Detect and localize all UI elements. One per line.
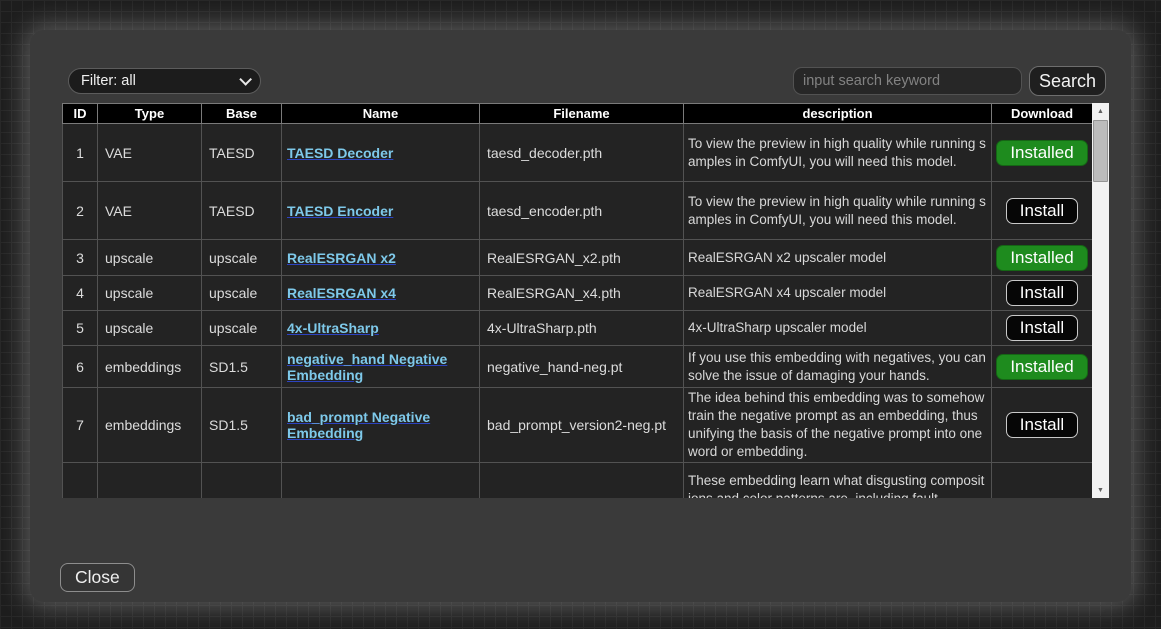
row-id: 2 bbox=[63, 182, 98, 240]
row-filename: taesd_encoder.pth bbox=[480, 182, 684, 240]
header-base: Base bbox=[202, 104, 282, 124]
install-models-dialog: Filter: all Search ID Type Base Name Fil… bbox=[30, 30, 1131, 602]
row-filename: bad_prompt_version2-neg.pt bbox=[480, 388, 684, 463]
row-description: 4x-UltraSharp upscaler model bbox=[684, 311, 992, 346]
scroll-down-icon[interactable]: ▼ bbox=[1092, 482, 1109, 498]
installed-button[interactable]: Installed bbox=[996, 245, 1087, 271]
model-name-link[interactable]: TAESD Decoder bbox=[287, 145, 393, 161]
row-id bbox=[63, 462, 98, 498]
row-filename: RealESRGAN_x4.pth bbox=[480, 276, 684, 311]
header-description: description bbox=[684, 104, 992, 124]
row-description: The idea behind this embedding was to so… bbox=[684, 388, 992, 463]
row-filename: taesd_decoder.pth bbox=[480, 124, 684, 182]
row-id: 7 bbox=[63, 388, 98, 463]
table-row: 4 upscale upscale RealESRGAN x4 RealESRG… bbox=[63, 276, 1093, 311]
row-description: To view the preview in high quality whil… bbox=[684, 124, 992, 182]
models-table: ID Type Base Name Filename description D… bbox=[62, 103, 1092, 498]
search-button[interactable]: Search bbox=[1029, 66, 1106, 96]
row-type: upscale bbox=[98, 240, 202, 276]
row-type: upscale bbox=[98, 311, 202, 346]
header-id: ID bbox=[63, 104, 98, 124]
row-base: TAESD bbox=[202, 124, 282, 182]
model-name-link[interactable]: 4x-UltraSharp bbox=[287, 320, 379, 336]
row-description: To view the preview in high quality whil… bbox=[684, 182, 992, 240]
chevron-down-icon bbox=[239, 73, 252, 86]
row-description: RealESRGAN x4 upscaler model bbox=[684, 276, 992, 311]
row-base: SD1.5 bbox=[202, 346, 282, 388]
close-button[interactable]: Close bbox=[60, 563, 135, 592]
row-description: RealESRGAN x2 upscaler model bbox=[684, 240, 992, 276]
header-name: Name bbox=[282, 104, 480, 124]
header-filename: Filename bbox=[480, 104, 684, 124]
row-type: embeddings bbox=[98, 388, 202, 463]
model-name-link[interactable]: RealESRGAN x4 bbox=[287, 285, 396, 301]
install-button[interactable]: Install bbox=[1006, 412, 1078, 438]
row-base: upscale bbox=[202, 311, 282, 346]
row-base bbox=[202, 462, 282, 498]
model-name-link[interactable]: negative_hand Negative Embedding bbox=[287, 351, 447, 383]
search-input[interactable] bbox=[793, 67, 1022, 95]
install-button[interactable]: Install bbox=[1006, 198, 1078, 224]
model-name-link[interactable]: TAESD Encoder bbox=[287, 203, 393, 219]
table-row: 7 embeddings SD1.5 bad_prompt Negative E… bbox=[63, 388, 1093, 463]
row-base: upscale bbox=[202, 276, 282, 311]
row-id: 4 bbox=[63, 276, 98, 311]
row-type: VAE bbox=[98, 182, 202, 240]
row-id: 1 bbox=[63, 124, 98, 182]
row-description: If you use this embedding with negatives… bbox=[684, 346, 992, 388]
row-type: embeddings bbox=[98, 346, 202, 388]
scroll-up-icon[interactable]: ▲ bbox=[1092, 103, 1109, 119]
model-name-link[interactable]: RealESRGAN x2 bbox=[287, 250, 396, 266]
header-type: Type bbox=[98, 104, 202, 124]
install-button[interactable]: Install bbox=[1006, 315, 1078, 341]
row-base: SD1.5 bbox=[202, 388, 282, 463]
header-download: Download bbox=[992, 104, 1093, 124]
row-filename: negative_hand-neg.pt bbox=[480, 346, 684, 388]
table-scrollbar[interactable]: ▲ ▼ bbox=[1092, 103, 1109, 498]
row-id: 5 bbox=[63, 311, 98, 346]
table-row: 6 embeddings SD1.5 negative_hand Negativ… bbox=[63, 346, 1093, 388]
row-base: upscale bbox=[202, 240, 282, 276]
models-table-viewport: ID Type Base Name Filename description D… bbox=[62, 103, 1092, 498]
table-row: 2 VAE TAESD TAESD Encoder taesd_encoder.… bbox=[63, 182, 1093, 240]
row-filename bbox=[480, 462, 684, 498]
row-type bbox=[98, 462, 202, 498]
table-row: 5 upscale upscale 4x-UltraSharp 4x-Ultra… bbox=[63, 311, 1093, 346]
row-type: upscale bbox=[98, 276, 202, 311]
table-row: 3 upscale upscale RealESRGAN x2 RealESRG… bbox=[63, 240, 1093, 276]
installed-button[interactable]: Installed bbox=[996, 354, 1087, 380]
install-button[interactable]: Install bbox=[1006, 280, 1078, 306]
row-id: 6 bbox=[63, 346, 98, 388]
row-filename: RealESRGAN_x2.pth bbox=[480, 240, 684, 276]
scrollbar-thumb[interactable] bbox=[1093, 120, 1108, 182]
filter-select[interactable]: Filter: all bbox=[68, 68, 261, 94]
table-header-row: ID Type Base Name Filename description D… bbox=[63, 104, 1093, 124]
installed-button[interactable]: Installed bbox=[996, 140, 1087, 166]
row-description: These embedding learn what disgusting co… bbox=[684, 462, 992, 498]
row-base: TAESD bbox=[202, 182, 282, 240]
row-id: 3 bbox=[63, 240, 98, 276]
table-row: These embedding learn what disgusting co… bbox=[63, 462, 1093, 498]
model-name-link[interactable]: bad_prompt Negative Embedding bbox=[287, 409, 430, 441]
table-row: 1 VAE TAESD TAESD Decoder taesd_decoder.… bbox=[63, 124, 1093, 182]
row-type: VAE bbox=[98, 124, 202, 182]
row-filename: 4x-UltraSharp.pth bbox=[480, 311, 684, 346]
filter-select-value: Filter: all bbox=[81, 73, 239, 89]
